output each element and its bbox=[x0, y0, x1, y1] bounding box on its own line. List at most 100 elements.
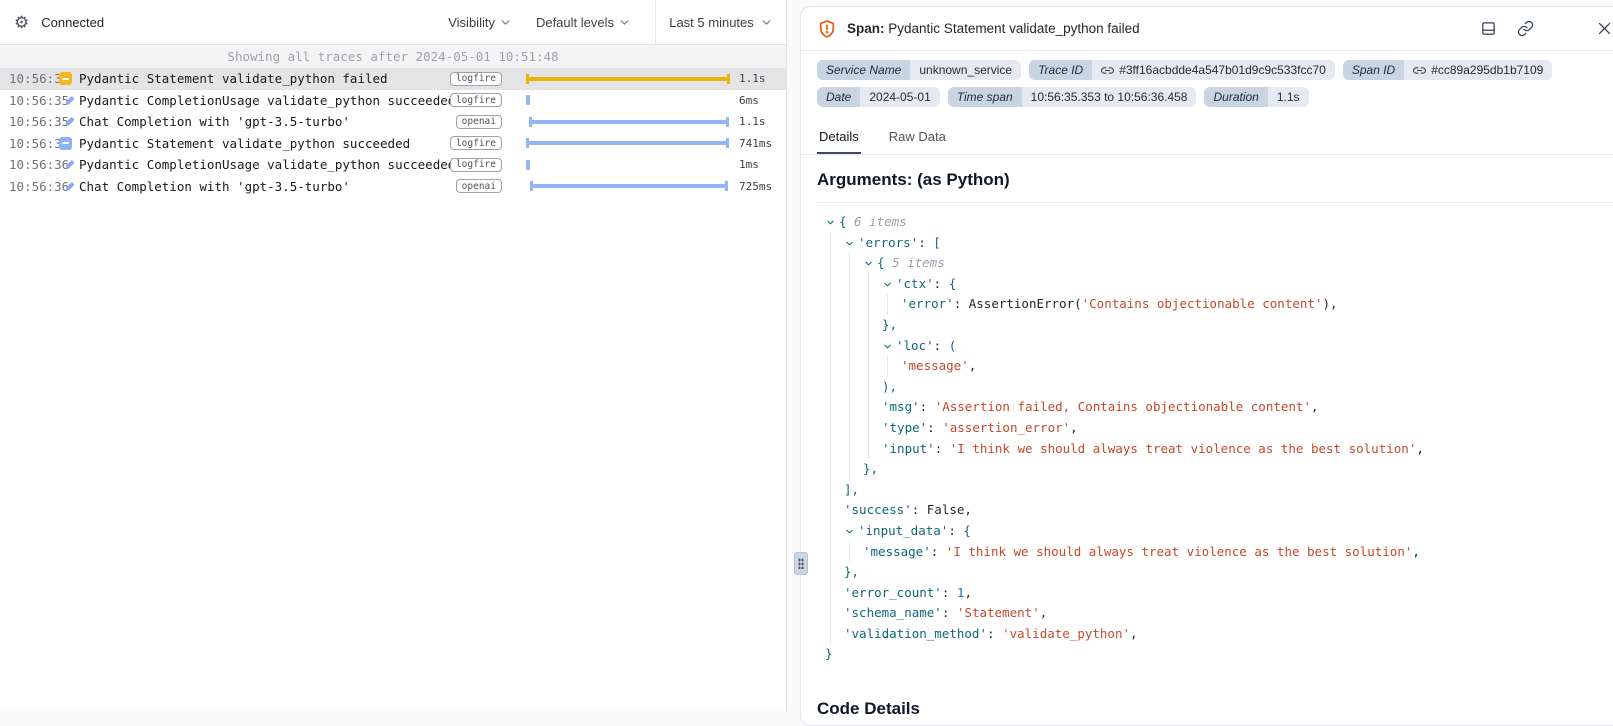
trace-row[interactable]: 10:56:35Pydantic Statement validate_pyth… bbox=[0, 68, 786, 90]
badge-value-text: 1.1s bbox=[1277, 90, 1300, 104]
code-token-d: : bbox=[934, 336, 949, 357]
code-token-s: 'validate_python' bbox=[1002, 624, 1130, 645]
code-token-k: 'errors' bbox=[858, 233, 918, 254]
connection-status: Connected bbox=[41, 15, 104, 30]
code-details-heading: Code Details bbox=[817, 699, 1613, 719]
indent-guide bbox=[830, 439, 844, 460]
visibility-dropdown-label: Visibility bbox=[448, 15, 495, 30]
timeline-bar-zone bbox=[510, 133, 732, 155]
warning-shield-icon bbox=[817, 19, 837, 39]
duration-bar-part bbox=[530, 184, 728, 188]
tab-details[interactable]: Details bbox=[817, 120, 861, 154]
indent-guide bbox=[830, 418, 844, 439]
indent-guide bbox=[868, 274, 882, 295]
code-token-d: : False, bbox=[912, 500, 972, 521]
code-token-d: : bbox=[942, 603, 957, 624]
indent-guide bbox=[868, 397, 882, 418]
trace-row[interactable]: 10:56:35Chat Completion with 'gpt-3.5-tu… bbox=[0, 111, 786, 133]
code-token-c: 6 items bbox=[847, 212, 907, 233]
badge-value[interactable]: #cc89a295db1b7109 bbox=[1404, 60, 1552, 80]
indent-guide bbox=[830, 294, 844, 315]
header-actions bbox=[1480, 20, 1613, 37]
indent-guide bbox=[849, 542, 863, 563]
code-token-d: , bbox=[964, 583, 972, 604]
indent-guide bbox=[830, 480, 844, 501]
close-icon[interactable] bbox=[1596, 20, 1613, 37]
trace-row-duration: 1.1s bbox=[732, 115, 786, 128]
collapse-caret[interactable] bbox=[825, 212, 839, 233]
indent-guide bbox=[830, 356, 844, 377]
diamond-icon bbox=[65, 96, 74, 105]
trace-row-duration: 741ms bbox=[732, 137, 786, 150]
badge-value: 10:56:35.353 to 10:56:36.458 bbox=[1022, 87, 1197, 107]
trace-row-message: Pydantic CompletionUsage validate_python… bbox=[79, 93, 450, 108]
code-token-s: 'assertion_error' bbox=[942, 418, 1070, 439]
debug-diamond-icon bbox=[58, 158, 72, 172]
timeline-bar-zone bbox=[510, 154, 732, 176]
trace-row-time: 10:56:35 bbox=[0, 93, 58, 108]
duration-bar-part bbox=[727, 74, 730, 84]
indent-guide bbox=[830, 624, 844, 645]
code-token-s: 'Assertion failed, Contains objectionabl… bbox=[935, 397, 1311, 418]
indent-guide bbox=[868, 377, 882, 398]
badge-value[interactable]: #3ff16acbdde4a547b01d9c9c533fcc70 bbox=[1092, 60, 1335, 80]
code-token-p: { bbox=[877, 253, 885, 274]
trace-row-time: 10:56:36 bbox=[0, 136, 58, 151]
badge-value-text: unknown_service bbox=[919, 63, 1012, 77]
panel-splitter-handle[interactable] bbox=[794, 552, 808, 575]
timeline-bar-zone bbox=[510, 90, 732, 112]
code-token-k: 'type' bbox=[882, 418, 927, 439]
code-token-k: 'msg' bbox=[882, 397, 920, 418]
code-line: { 6 items bbox=[817, 212, 1613, 233]
indent-guide bbox=[849, 336, 863, 357]
indent-guide bbox=[830, 397, 844, 418]
caret-down-icon bbox=[882, 341, 893, 352]
level-square-icon bbox=[59, 137, 72, 150]
collapse-caret[interactable] bbox=[882, 336, 896, 357]
trace-row[interactable]: 10:56:36Pydantic Statement validate_pyth… bbox=[0, 133, 786, 155]
visibility-dropdown[interactable]: Visibility bbox=[448, 15, 512, 30]
trace-row-time: 10:56:36 bbox=[0, 179, 58, 194]
duration-bar bbox=[526, 138, 729, 148]
time-range-dropdown[interactable]: Last 5 minutes bbox=[655, 0, 786, 45]
indent-guide bbox=[830, 274, 844, 295]
code-token-d: ), bbox=[1322, 294, 1337, 315]
trace-row-message: Pydantic CompletionUsage validate_python… bbox=[79, 157, 450, 172]
collapse-caret[interactable] bbox=[882, 274, 896, 295]
code-line: 'validation_method': 'validate_python', bbox=[817, 624, 1613, 645]
dock-bottom-icon[interactable] bbox=[1480, 20, 1497, 37]
code-token-d: : bbox=[948, 521, 963, 542]
tab-raw-data[interactable]: Raw Data bbox=[887, 120, 948, 154]
diamond-icon bbox=[65, 117, 74, 126]
code-token-p: ], bbox=[844, 480, 859, 501]
code-token-p: ), bbox=[882, 377, 897, 398]
badge-value: 1.1s bbox=[1268, 87, 1309, 107]
code-line: 'message': 'I think we should always tre… bbox=[817, 542, 1613, 563]
default-levels-dropdown[interactable]: Default levels bbox=[536, 15, 631, 30]
code-line: 'error': AssertionError('Contains object… bbox=[817, 294, 1613, 315]
code-line: 'schema_name': 'Statement', bbox=[817, 603, 1613, 624]
copy-link-icon[interactable] bbox=[1517, 20, 1534, 37]
trace-row[interactable]: 10:56:35 Pydantic CompletionUsage validat… bbox=[0, 90, 786, 112]
trace-row-time: 10:56:35 bbox=[0, 114, 58, 129]
trace-row[interactable]: 10:56:36 Chat Completion with 'gpt-3.5-tu… bbox=[0, 176, 786, 198]
code-line: 'ctx': { bbox=[817, 274, 1613, 295]
indent-guide bbox=[849, 397, 863, 418]
indent-guide bbox=[830, 583, 844, 604]
diamond-icon bbox=[65, 160, 74, 169]
trace-row[interactable]: 10:56:36Pydantic CompletionUsage validat… bbox=[0, 154, 786, 176]
collapse-caret[interactable] bbox=[844, 521, 858, 542]
collapse-caret[interactable] bbox=[844, 233, 858, 254]
span-badges: Service Nameunknown_serviceTrace ID#3ff1… bbox=[801, 51, 1613, 116]
trace-row-message: Chat Completion with 'gpt-3.5-turbo' bbox=[79, 179, 456, 194]
code-token-d: , bbox=[1130, 624, 1138, 645]
indent-guide bbox=[868, 336, 882, 357]
code-line: 'success': False, bbox=[817, 500, 1613, 521]
duration-tick bbox=[526, 95, 530, 105]
duration-tick bbox=[526, 160, 530, 170]
collapse-caret[interactable] bbox=[863, 253, 877, 274]
span-detail-header: Span: Pydantic Statement validate_python… bbox=[801, 7, 1613, 51]
code-token-k: 'error' bbox=[901, 294, 954, 315]
settings-gear-icon[interactable]: ⚙ bbox=[14, 14, 29, 31]
code-line: ), bbox=[817, 377, 1613, 398]
